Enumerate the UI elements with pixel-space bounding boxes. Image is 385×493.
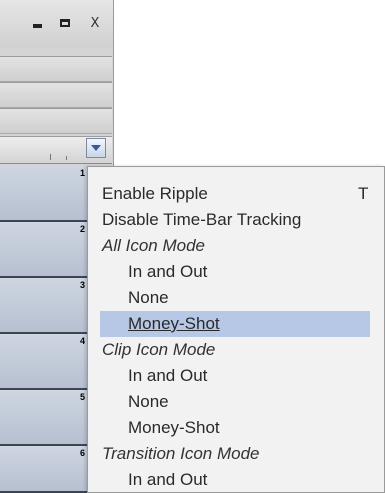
track-row[interactable]: 1 — [0, 166, 87, 222]
menu-item-label: In and Out — [128, 470, 208, 489]
menu-item-disable-time-bar-tracking[interactable]: Disable Time-Bar Tracking — [102, 207, 301, 233]
menu-group-label: Transition Icon Mode — [102, 444, 260, 463]
menu-item-label: None — [128, 392, 169, 411]
title-bar: X — [0, 0, 113, 48]
track-row[interactable]: 5 — [0, 390, 87, 446]
menu-item-enable-ripple[interactable]: Enable Ripple T — [102, 181, 372, 207]
menu-item-all-in-and-out[interactable]: In and Out — [128, 259, 207, 285]
minimize-button[interactable] — [28, 14, 46, 32]
menu-group-label: Clip Icon Mode — [102, 340, 216, 359]
toolbar-row-3 — [0, 108, 112, 134]
menu-item-clip-money-shot[interactable]: Money-Shot — [128, 415, 220, 441]
menu-item-clip-none[interactable]: None — [128, 389, 169, 415]
menu-group-label: All Icon Mode — [102, 236, 205, 255]
track-row[interactable]: 2 — [0, 222, 87, 278]
menu-item-label: Money-Shot — [128, 314, 220, 333]
close-icon: X — [90, 15, 100, 31]
menu-item-label: Enable Ripple — [102, 184, 208, 203]
menu-item-label: In and Out — [128, 262, 208, 281]
menu-item-label: In and Out — [128, 366, 208, 385]
menu-item-clip-in-and-out[interactable]: In and Out — [128, 363, 207, 389]
ruler-tick — [66, 156, 67, 160]
toolbar-row-1 — [0, 56, 112, 82]
menu-item-all-none[interactable]: None — [128, 285, 169, 311]
track-number: 1 — [79, 168, 85, 178]
chevron-down-icon — [91, 145, 101, 151]
minimize-icon — [32, 24, 42, 28]
menu-item-label: Money-Shot — [128, 418, 220, 437]
menu-item-shortcut: T — [358, 184, 369, 203]
menu-group-clip-icon-mode: Clip Icon Mode — [102, 337, 215, 363]
menu-item-label: None — [128, 288, 169, 307]
menu-item-label: Disable Time-Bar Tracking — [102, 210, 302, 229]
context-menu: Enable Ripple T Disable Time-Bar Trackin… — [87, 166, 385, 493]
toolbar-row-2 — [0, 82, 112, 108]
menu-group-transition-icon-mode: Transition Icon Mode — [102, 441, 259, 467]
options-dropdown-button[interactable] — [86, 138, 106, 158]
menu-group-all-icon-mode: All Icon Mode — [102, 233, 205, 259]
track-row[interactable]: 6 — [0, 446, 87, 493]
menu-item-all-money-shot[interactable]: Money-Shot — [128, 311, 220, 337]
track-row[interactable]: 4 — [0, 334, 87, 390]
maximize-icon — [60, 19, 70, 27]
menu-item-transition-in-and-out[interactable]: In and Out — [128, 467, 207, 493]
track-number: 3 — [79, 280, 85, 290]
maximize-button[interactable] — [56, 14, 74, 32]
track-number: 5 — [79, 392, 85, 402]
close-button[interactable]: X — [86, 14, 104, 32]
ruler-tick — [50, 154, 51, 160]
track-number: 2 — [79, 224, 85, 234]
track-row[interactable]: 3 — [0, 278, 87, 334]
track-number: 6 — [79, 448, 85, 458]
track-number: 4 — [79, 336, 85, 346]
track-list: 1 2 3 4 5 6 — [0, 166, 87, 493]
